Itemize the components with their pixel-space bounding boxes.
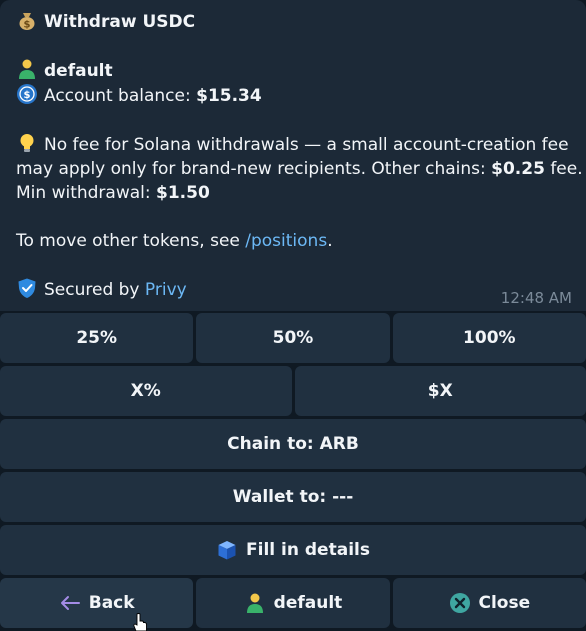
fee-line-1: No fee for Solana withdrawals — a small …	[16, 132, 570, 157]
button-25-percent[interactable]: 25%	[0, 313, 194, 363]
light-bulb-icon	[20, 134, 34, 152]
secured-line: Secured by Privy	[16, 277, 570, 302]
button-default-wallet[interactable]: default	[196, 578, 390, 628]
usdc-coin-icon: $	[17, 84, 37, 104]
blue-box-icon	[218, 541, 236, 560]
fee-line-2: may apply only for brand-new recipients.…	[16, 159, 583, 179]
svg-text:$: $	[24, 90, 31, 101]
message-time: 12:48 AM	[500, 289, 572, 307]
balance-line: $ Account balance: $15.34	[16, 83, 570, 108]
person-icon	[19, 59, 35, 79]
privy-link[interactable]: Privy	[145, 280, 187, 300]
message-bubble: $ Withdraw USDC default $ Account balanc…	[0, 0, 586, 311]
button-x-percent[interactable]: X%	[0, 366, 292, 416]
left-arrow-icon	[60, 596, 80, 610]
min-withdrawal-line: Min withdrawal: $1.50	[16, 183, 210, 203]
button-wallet-to[interactable]: Wallet to: ---	[0, 472, 586, 522]
button-back[interactable]: Back	[0, 578, 194, 628]
button-100-percent[interactable]: 100%	[392, 313, 586, 363]
button-x-dollar[interactable]: $X	[294, 366, 586, 416]
message-title: $ Withdraw USDC	[16, 9, 570, 34]
tokens-line: To move other tokens, see /positions.	[16, 231, 333, 251]
person-icon	[246, 593, 263, 613]
hand-cursor-icon	[133, 613, 147, 631]
button-chain-to[interactable]: Chain to: ARB	[0, 419, 586, 469]
inline-keyboard: 25% 50% 100% X% $X Chain to: ARB Wallet …	[0, 313, 586, 631]
button-close[interactable]: Close	[392, 578, 586, 628]
balance-value: $15.34	[196, 86, 262, 106]
money-bag-icon: $	[19, 13, 35, 31]
shield-icon	[18, 278, 36, 298]
button-fill-in-details[interactable]: Fill in details	[0, 525, 586, 575]
wallet-name-line: default	[16, 58, 570, 83]
button-50-percent[interactable]: 50%	[196, 313, 390, 363]
svg-text:$: $	[24, 20, 31, 31]
cross-circle-icon	[449, 593, 470, 613]
positions-link[interactable]: /positions	[245, 231, 327, 251]
